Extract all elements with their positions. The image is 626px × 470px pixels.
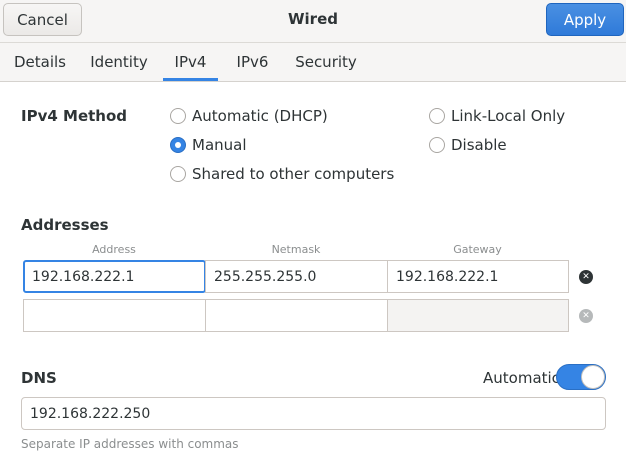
radio-label: Disable	[451, 136, 507, 154]
radio-disable[interactable]: Disable	[429, 135, 507, 155]
radio-circle-icon	[429, 108, 445, 124]
dns-label: DNS	[21, 369, 57, 387]
column-header-netmask: Netmask	[271, 243, 321, 256]
radio-label: Automatic (DHCP)	[192, 107, 328, 125]
radio-automatic-dhcp[interactable]: Automatic (DHCP)	[170, 106, 328, 126]
tab-bar: Details Identity IPv4 IPv6 Security	[0, 43, 626, 82]
dialog-title: Wired	[288, 10, 338, 28]
delete-address-icon: ✕	[579, 309, 593, 323]
tab-ipv4[interactable]: IPv4	[163, 43, 218, 81]
dns-input[interactable]	[21, 397, 606, 430]
radio-circle-icon	[429, 137, 445, 153]
radio-label: Link-Local Only	[451, 107, 566, 125]
radio-selected-icon	[170, 137, 186, 153]
radio-manual[interactable]: Manual	[170, 135, 247, 155]
netmask-input[interactable]	[205, 260, 388, 293]
apply-button[interactable]: Apply	[546, 3, 624, 36]
address-input[interactable]	[23, 260, 206, 293]
tab-security[interactable]: Security	[288, 43, 364, 81]
ipv4-method-label: IPv4 Method	[21, 107, 128, 125]
cancel-button[interactable]: Cancel	[3, 3, 82, 36]
column-header-address: Address	[92, 243, 136, 256]
network-settings-dialog: Cancel Wired Apply Details Identity IPv4…	[0, 0, 626, 470]
netmask-input[interactable]	[205, 299, 388, 332]
dns-hint: Separate IP addresses with commas	[21, 437, 239, 451]
tab-identity[interactable]: Identity	[85, 43, 153, 81]
switch-knob	[581, 365, 605, 389]
gateway-input[interactable]	[387, 260, 569, 293]
column-header-gateway: Gateway	[453, 243, 502, 256]
radio-shared[interactable]: Shared to other computers	[170, 164, 394, 184]
radio-link-local-only[interactable]: Link-Local Only	[429, 106, 565, 126]
address-input[interactable]	[23, 299, 206, 332]
radio-label: Shared to other computers	[192, 165, 395, 183]
gateway-input	[387, 299, 569, 332]
header-bar: Cancel Wired Apply	[0, 0, 626, 43]
tab-ipv6[interactable]: IPv6	[227, 43, 278, 81]
dns-automatic-label: Automatic	[483, 369, 560, 387]
dns-automatic-switch[interactable]	[556, 364, 606, 390]
radio-circle-icon	[170, 166, 186, 182]
radio-circle-icon	[170, 108, 186, 124]
radio-label: Manual	[192, 136, 247, 154]
addresses-label: Addresses	[21, 216, 109, 234]
tab-details[interactable]: Details	[4, 43, 76, 81]
delete-address-icon[interactable]: ✕	[579, 270, 593, 284]
